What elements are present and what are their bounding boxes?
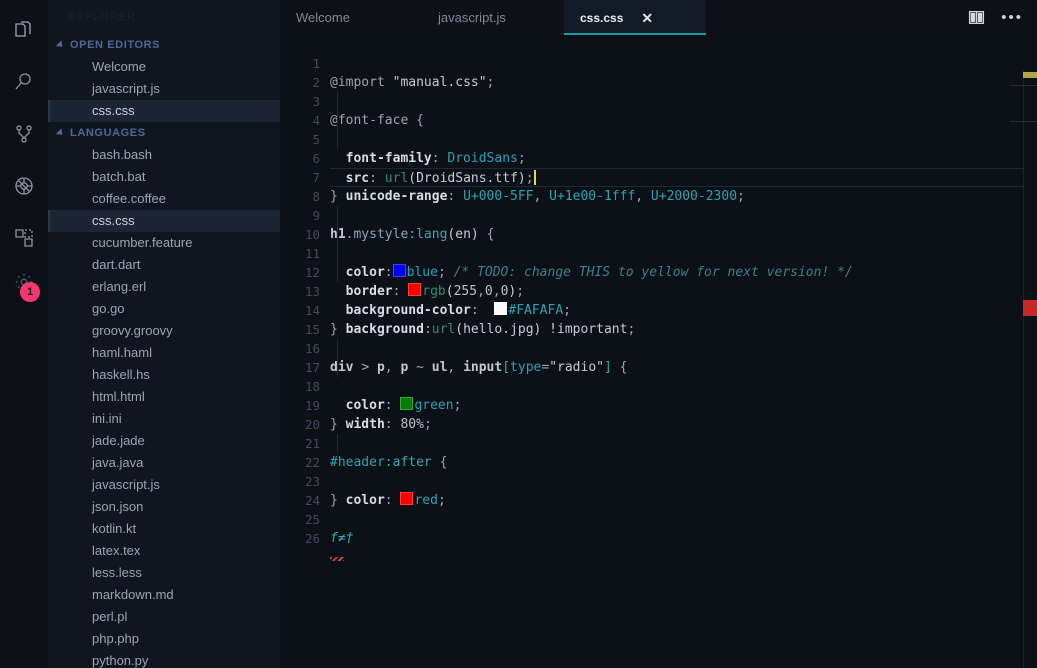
- sidebar-title: EXPLORER: [68, 11, 136, 23]
- code-line-17: 17 color: green;: [280, 339, 1037, 413]
- code-line-3: 3 @font-face {: [280, 73, 1037, 128]
- list-item[interactable]: kotlin.kt: [48, 518, 280, 540]
- explorer-icon[interactable]: [0, 4, 48, 56]
- code-line-7: 7 }: [280, 149, 1037, 204]
- code-line-25: 25 f≠†: [280, 491, 1037, 546]
- list-item[interactable]: java.java: [48, 452, 280, 474]
- list-item[interactable]: bash.bash: [48, 144, 280, 166]
- search-icon[interactable]: [0, 56, 48, 108]
- activity-bar: 1: [0, 0, 48, 668]
- open-editor-welcome[interactable]: Welcome: [48, 56, 280, 78]
- list-item[interactable]: latex.tex: [48, 540, 280, 562]
- explorer-sidebar: EXPLORER OPEN EDITORS Welcome javascript…: [48, 0, 280, 668]
- list-item[interactable]: jade.jade: [48, 430, 280, 452]
- editor-group: Welcome javascript.js css.css ✕ ••• 1 @i…: [280, 0, 1037, 668]
- overview-marker-error: [1023, 300, 1037, 316]
- list-item[interactable]: html.html: [48, 386, 280, 408]
- tab-label: javascript.js: [438, 10, 506, 25]
- code-line-21: 21 #header:after {: [280, 415, 1037, 470]
- overview-ruler[interactable]: [1010, 35, 1037, 668]
- list-item[interactable]: erlang.erl: [48, 276, 280, 298]
- list-item[interactable]: groovy.groovy: [48, 320, 280, 342]
- line-text: [330, 548, 1037, 567]
- code-line-8: 8: [280, 168, 1037, 204]
- code-line-18: 18 width: 80%;: [280, 358, 1037, 432]
- code-line-14: 14 }: [280, 282, 1037, 337]
- list-item[interactable]: ini.ini: [48, 408, 280, 430]
- list-item[interactable]: markdown.md: [48, 584, 280, 606]
- list-item[interactable]: less.less: [48, 562, 280, 584]
- code-editor[interactable]: 1 @import "manual.css"; 2 3 @font-face {…: [280, 35, 1037, 668]
- list-item-css-css[interactable]: css.css: [48, 210, 280, 232]
- chevron-down-icon: [55, 128, 66, 138]
- sidebar-section-languages[interactable]: LANGUAGES: [48, 122, 280, 144]
- overview-marker-modified: [1023, 72, 1037, 78]
- list-item[interactable]: haml.haml: [48, 342, 280, 364]
- code-line-1: 1 @import "manual.css";: [280, 35, 1037, 90]
- editor-tab-bar: Welcome javascript.js css.css ✕ •••: [280, 0, 1037, 35]
- code-line-11: 11 border: rgb(255,0,0);: [280, 225, 1037, 299]
- sidebar-section-open-editors[interactable]: OPEN EDITORS: [48, 34, 280, 56]
- code-line-26: 26: [280, 510, 1037, 561]
- line-text: f≠†: [330, 531, 354, 546]
- code-line-9: 9 h1.mystyle:lang(en) {: [280, 187, 1037, 242]
- list-item[interactable]: dart.dart: [48, 254, 280, 276]
- line-number: 26: [304, 531, 320, 546]
- code-line-19: 19 }: [280, 377, 1037, 432]
- code-line-23: 23 }: [280, 453, 1037, 508]
- code-line-24: 24: [280, 472, 1037, 508]
- tab-label: css.css: [580, 10, 624, 25]
- code-line-16: 16 div > p, p ~ ul, input[type="radio"] …: [280, 320, 1037, 375]
- list-item[interactable]: haskell.hs: [48, 364, 280, 386]
- sidebar-section-label: LANGUAGES: [70, 127, 146, 139]
- list-item[interactable]: perl.pl: [48, 606, 280, 628]
- tab-label: Welcome: [296, 10, 350, 25]
- code-line-12: 12 background-color: #FAFAFA;: [280, 244, 1037, 318]
- code-line-10: 10 color: blue; /* TODO: change THIS to y…: [280, 206, 1037, 280]
- chevron-down-icon: [55, 40, 66, 50]
- list-item[interactable]: python.py: [48, 650, 280, 668]
- code-line-2: 2: [280, 54, 1037, 90]
- code-line-13: 13 background:url(hello.jpg) !important;: [280, 263, 1037, 337]
- code-content: 1 @import "manual.css"; 2 3 @font-face {…: [280, 35, 1037, 561]
- tab-css-css[interactable]: css.css ✕: [564, 0, 706, 35]
- editor-actions: •••: [968, 0, 1037, 35]
- list-item[interactable]: php.php: [48, 628, 280, 650]
- code-line-20: 20: [280, 396, 1037, 432]
- code-line-4: 4 font-family: DroidSans;: [280, 92, 1037, 166]
- sidebar-section-label: OPEN EDITORS: [70, 39, 161, 51]
- list-item[interactable]: coffee.coffee: [48, 188, 280, 210]
- code-line-15: 15: [280, 301, 1037, 337]
- list-item[interactable]: cucumber.feature: [48, 232, 280, 254]
- tab-welcome[interactable]: Welcome: [280, 0, 422, 35]
- tab-javascript-js[interactable]: javascript.js: [422, 0, 564, 35]
- more-actions-icon[interactable]: •••: [1001, 10, 1023, 25]
- list-item[interactable]: javascript.js: [48, 474, 280, 496]
- code-line-5: 5 src: url(DroidSans.ttf);: [280, 111, 1037, 187]
- split-editor-icon[interactable]: [968, 9, 985, 26]
- code-line-6: 6 unicode-range: U+000-5FF, U+1e00-1fff,…: [280, 130, 1037, 204]
- list-item[interactable]: batch.bat: [48, 166, 280, 188]
- vscode-window: 1 EXPLORER OPEN EDITORS Welcome javascri…: [0, 0, 1037, 668]
- close-icon[interactable]: ✕: [641, 11, 653, 25]
- code-line-22: 22 color: red;: [280, 434, 1037, 508]
- open-editor-css-css[interactable]: css.css: [48, 100, 280, 122]
- list-item[interactable]: json.json: [48, 496, 280, 518]
- error-squiggle: [330, 557, 344, 561]
- debug-icon[interactable]: [0, 160, 48, 212]
- notification-badge: 1: [20, 282, 40, 302]
- list-item[interactable]: go.go: [48, 298, 280, 320]
- manage-settings-button[interactable]: 1: [0, 256, 48, 308]
- open-editor-javascript-js[interactable]: javascript.js: [48, 78, 280, 100]
- source-control-icon[interactable]: [0, 108, 48, 160]
